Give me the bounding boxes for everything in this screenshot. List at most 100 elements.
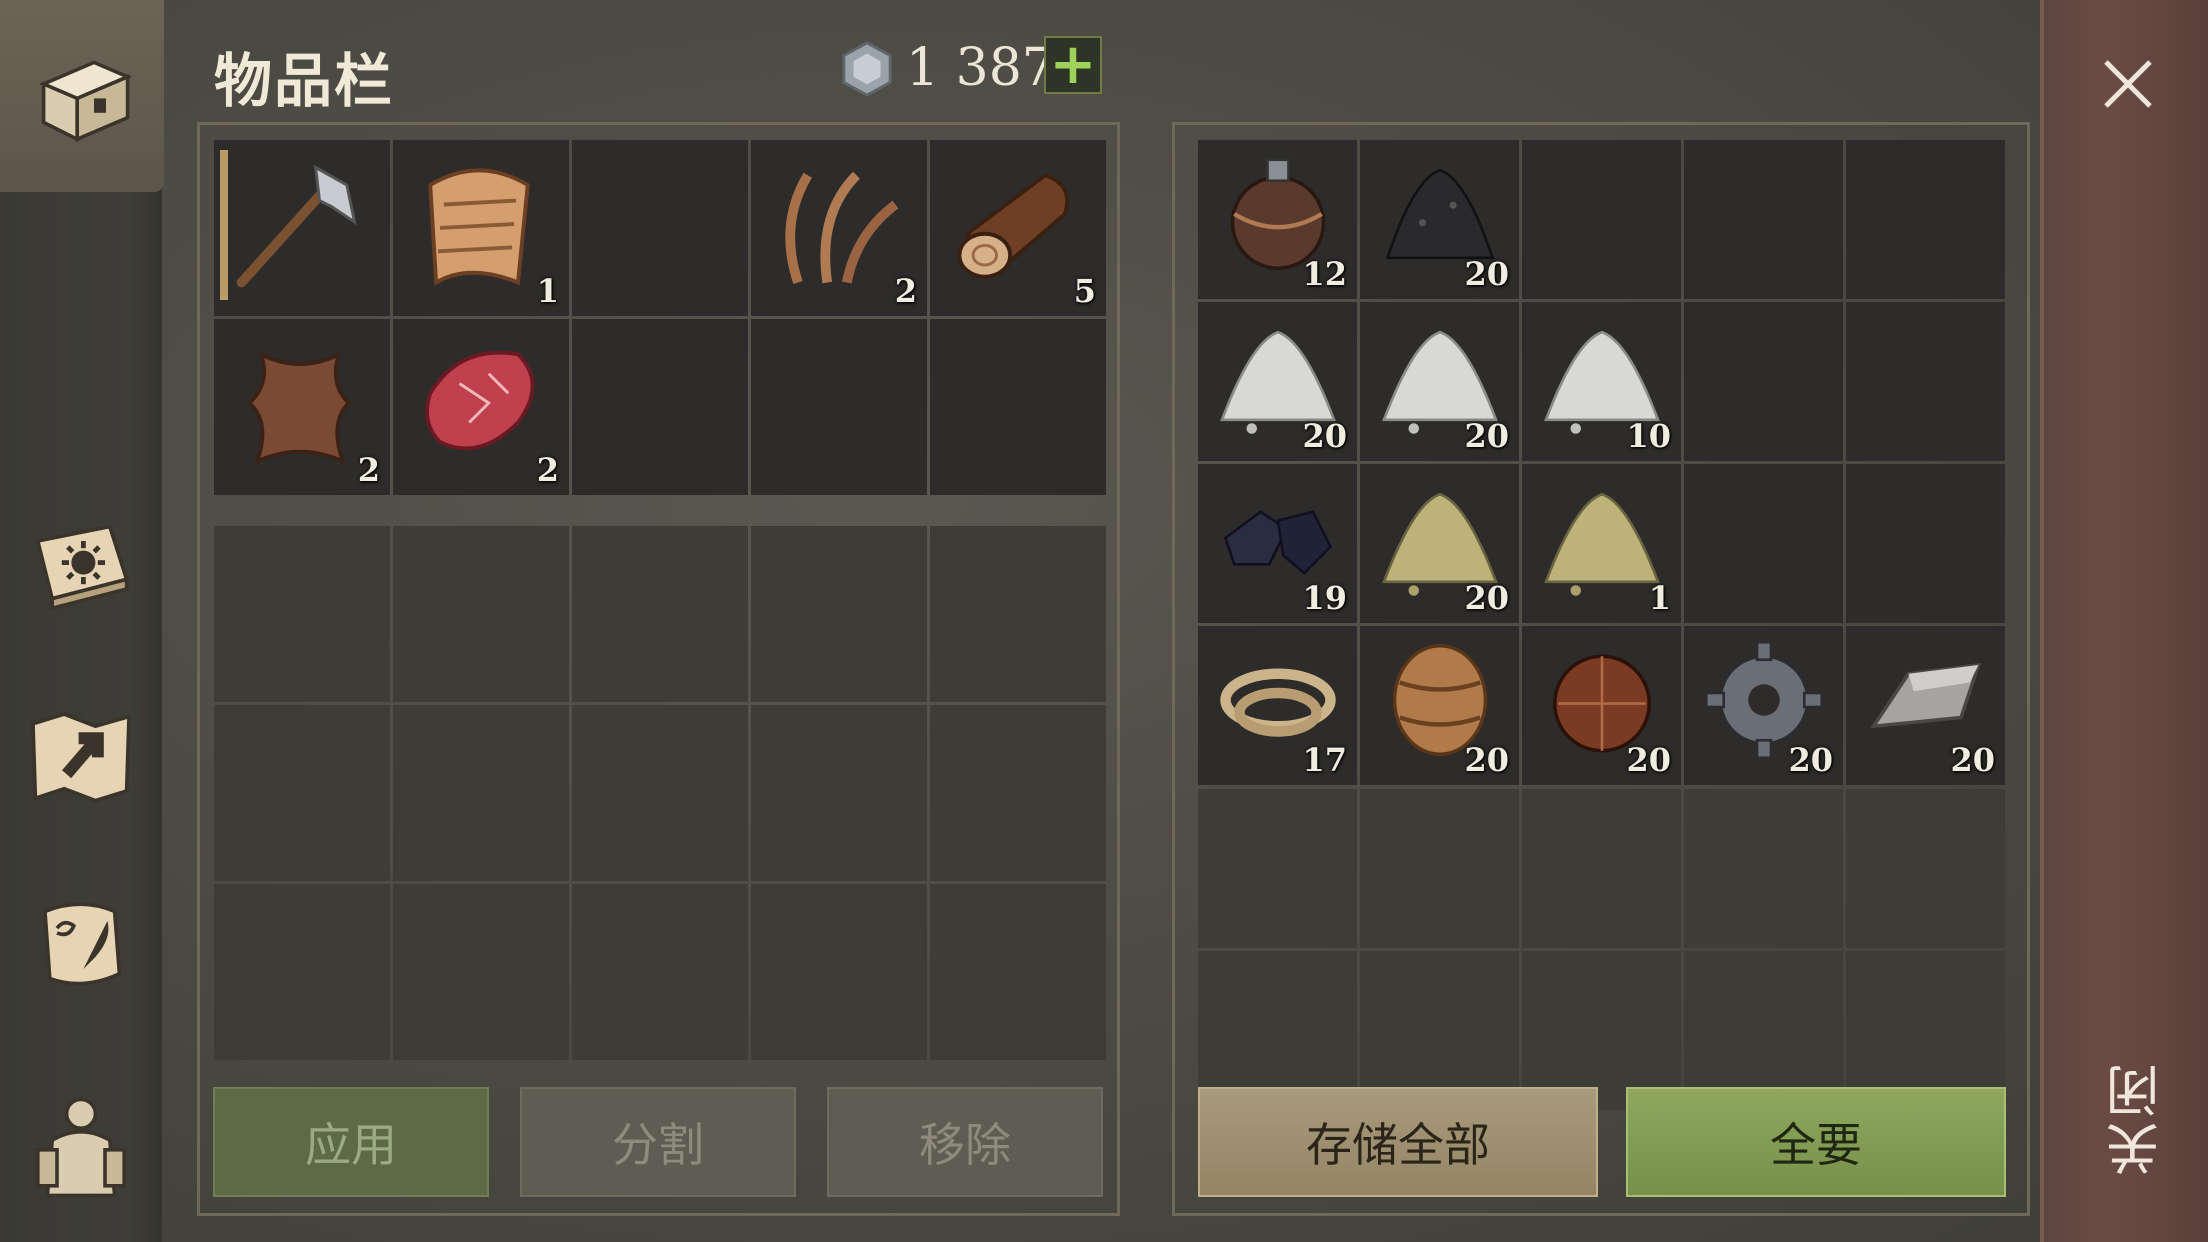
storage-slot[interactable]: 20 bbox=[1198, 302, 1357, 461]
close-icon[interactable] bbox=[2100, 56, 2156, 112]
inventory-locked-slot bbox=[214, 526, 390, 702]
inventory-locked-slot bbox=[751, 526, 927, 702]
inventory-slot[interactable] bbox=[751, 319, 927, 495]
inventory-locked-slot bbox=[393, 705, 569, 881]
inventory-locked-slot bbox=[214, 705, 390, 881]
storage-grid: 12 20 20 20 10 19 20 1 17 20 20 20 20 bbox=[1198, 140, 2005, 785]
storage-slot[interactable] bbox=[1846, 464, 2005, 623]
apply-button[interactable]: 应用 bbox=[213, 1087, 489, 1197]
storage-slot[interactable]: 20 bbox=[1684, 626, 1843, 785]
storage-slot[interactable]: 1 bbox=[1522, 464, 1681, 623]
storage-slot[interactable] bbox=[1846, 302, 2005, 461]
inventory-locked-slot bbox=[393, 884, 569, 1060]
store-all-button[interactable]: 存储全部 bbox=[1198, 1087, 1598, 1197]
inventory-slot[interactable]: 2 bbox=[214, 319, 390, 495]
split-button[interactable]: 分割 bbox=[520, 1087, 796, 1197]
inventory-locked-slot bbox=[930, 526, 1106, 702]
currency-amount: 1 387 bbox=[906, 38, 1055, 98]
close-label: 关闭 bbox=[2106, 1060, 2169, 1176]
storage-slot[interactable]: 20 bbox=[1360, 140, 1519, 299]
nav-inventory[interactable] bbox=[0, 0, 164, 192]
character-backpack-icon bbox=[36, 1097, 126, 1198]
inventory-locked-slot bbox=[393, 526, 569, 702]
item-quantity: 20 bbox=[1464, 579, 1509, 617]
add-currency-button[interactable]: + bbox=[1044, 36, 1102, 94]
storage-slot[interactable]: 10 bbox=[1522, 302, 1681, 461]
item-quantity: 20 bbox=[1950, 741, 1995, 779]
inventory-locked-grid bbox=[214, 526, 1106, 1060]
storage-slot[interactable] bbox=[1522, 140, 1681, 299]
storage-locked-grid bbox=[1198, 789, 2005, 1110]
storage-slot[interactable]: 20 bbox=[1360, 626, 1519, 785]
storage-locked-slot bbox=[1846, 789, 2005, 948]
item-quantity: 20 bbox=[1464, 417, 1509, 455]
raw-meat-icon bbox=[425, 350, 535, 451]
storage-slot[interactable]: 19 bbox=[1198, 464, 1357, 623]
storage-locked-slot bbox=[1360, 789, 1519, 948]
storage-slot[interactable]: 20 bbox=[1522, 626, 1681, 785]
item-quantity: 1 bbox=[1648, 579, 1671, 617]
item-quantity: 2 bbox=[894, 272, 917, 310]
nav-map[interactable] bbox=[0, 670, 162, 840]
storage-locked-slot bbox=[1198, 789, 1357, 948]
inventory-locked-slot bbox=[572, 884, 748, 1060]
item-quantity: 12 bbox=[1302, 255, 1347, 293]
item-quantity: 10 bbox=[1626, 417, 1671, 455]
item-quantity: 2 bbox=[536, 451, 559, 489]
nav-journal[interactable] bbox=[0, 860, 162, 1030]
item-quantity: 19 bbox=[1302, 579, 1347, 617]
storage-locked-slot bbox=[1522, 789, 1681, 948]
inventory-locked-slot bbox=[572, 526, 748, 702]
inventory-slot[interactable] bbox=[572, 140, 748, 316]
inventory-chest-icon bbox=[39, 60, 133, 143]
storage-slot[interactable]: 12 bbox=[1198, 140, 1357, 299]
leather-hide-icon bbox=[246, 350, 352, 466]
inventory-slot[interactable] bbox=[930, 319, 1106, 495]
storage-slot[interactable] bbox=[1684, 464, 1843, 623]
inventory-slot[interactable] bbox=[572, 319, 748, 495]
bark-icon bbox=[428, 168, 530, 286]
inventory-slot[interactable]: 5 bbox=[930, 140, 1106, 316]
inventory-slot[interactable] bbox=[214, 140, 390, 316]
inventory-grid: 1 2 5 2 2 bbox=[214, 140, 1106, 495]
close-panel[interactable] bbox=[2040, 0, 2208, 1242]
inventory-locked-slot bbox=[572, 705, 748, 881]
storage-slot[interactable]: 17 bbox=[1198, 626, 1357, 785]
storage-slot[interactable] bbox=[1684, 140, 1843, 299]
scroll-quill-icon bbox=[43, 902, 122, 986]
durability-bar bbox=[220, 150, 228, 300]
remove-button[interactable]: 移除 bbox=[827, 1087, 1103, 1197]
map-icon bbox=[31, 712, 131, 803]
axe-icon bbox=[236, 164, 357, 288]
inventory-locked-slot bbox=[214, 884, 390, 1060]
item-quantity: 1 bbox=[536, 272, 559, 310]
inventory-locked-slot bbox=[751, 884, 927, 1060]
item-quantity: 20 bbox=[1302, 417, 1347, 455]
item-quantity: 20 bbox=[1626, 741, 1671, 779]
log-icon bbox=[957, 173, 1070, 279]
storage-slot[interactable] bbox=[1846, 140, 2005, 299]
item-quantity: 5 bbox=[1073, 272, 1096, 310]
storage-slot[interactable]: 20 bbox=[1360, 302, 1519, 461]
item-quantity: 20 bbox=[1464, 741, 1509, 779]
inventory-locked-slot bbox=[930, 705, 1106, 881]
inventory-locked-slot bbox=[751, 705, 927, 881]
inventory-slot[interactable]: 2 bbox=[751, 140, 927, 316]
fiber-icon bbox=[785, 171, 899, 285]
silver-coin-icon bbox=[842, 41, 892, 97]
nav-character[interactable] bbox=[0, 1060, 162, 1230]
take-all-button[interactable]: 全要 bbox=[1626, 1087, 2006, 1197]
item-quantity: 17 bbox=[1302, 741, 1347, 779]
storage-slot[interactable]: 20 bbox=[1846, 626, 2005, 785]
item-quantity: 2 bbox=[357, 451, 380, 489]
storage-slot[interactable] bbox=[1684, 302, 1843, 461]
storage-locked-slot bbox=[1684, 789, 1843, 948]
storage-slot[interactable]: 20 bbox=[1360, 464, 1519, 623]
item-quantity: 20 bbox=[1788, 741, 1833, 779]
inventory-slot[interactable]: 2 bbox=[393, 319, 569, 495]
sidebar bbox=[0, 0, 164, 1242]
inventory-locked-slot bbox=[930, 884, 1106, 1060]
item-quantity: 20 bbox=[1464, 255, 1509, 293]
inventory-slot[interactable]: 1 bbox=[393, 140, 569, 316]
nav-crafting[interactable] bbox=[0, 480, 162, 650]
